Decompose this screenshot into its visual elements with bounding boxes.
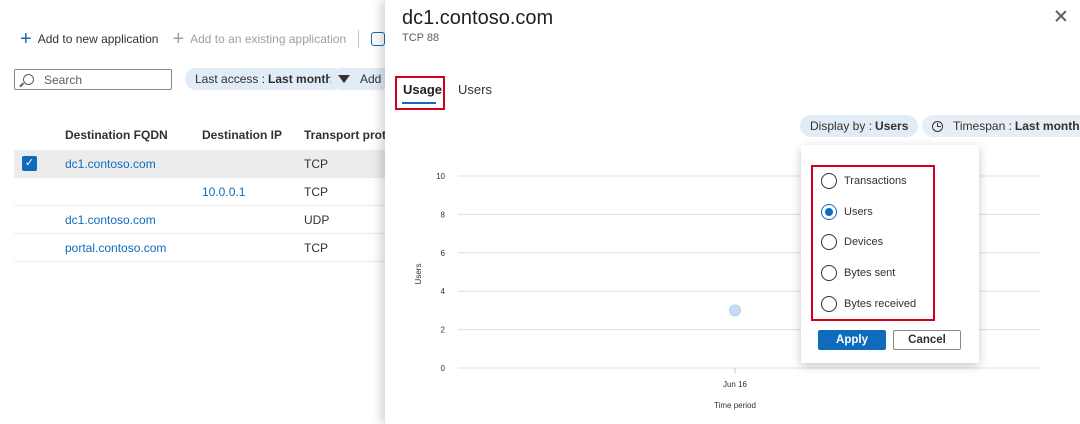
x-tick-label: Jun 16 — [723, 380, 748, 389]
table-row[interactable]: dc1.contoso.com UDP — [14, 206, 394, 234]
tab-usage[interactable]: Usage — [403, 82, 442, 97]
y-tick-label: 0 — [441, 364, 446, 373]
add-to-existing-application-label: Add to an existing application — [190, 32, 347, 46]
chat-icon[interactable] — [371, 32, 386, 46]
option-label: Devices — [844, 236, 884, 248]
radio-button[interactable] — [821, 234, 837, 250]
display-by-label: Display by : — [810, 119, 873, 133]
tab-users[interactable]: Users — [458, 82, 492, 97]
radio-button[interactable] — [821, 265, 837, 281]
add-to-existing-application-button[interactable]: + Add to an existing application — [172, 29, 346, 49]
fqdn-link[interactable]: portal.contoso.com — [65, 241, 202, 255]
radio-button[interactable] — [821, 296, 837, 312]
x-axis-title: Time period — [714, 401, 756, 410]
protocol-cell: TCP — [304, 184, 328, 199]
ip-link[interactable]: 10.0.0.1 — [202, 185, 304, 199]
filter-icon — [338, 75, 350, 83]
protocol-cell: TCP — [304, 156, 328, 171]
option-label: Transactions — [844, 175, 907, 187]
protocol-cell: TCP — [304, 240, 328, 255]
last-access-value: Last month — [268, 72, 333, 86]
display-by-pill[interactable]: Display by : Users — [800, 115, 919, 137]
fqdn-link[interactable]: dc1.contoso.com — [65, 157, 202, 171]
toolbar: + Add to new application + Add to an exi… — [20, 28, 386, 50]
y-tick-label: 4 — [441, 287, 446, 296]
active-tab-indicator — [402, 102, 436, 104]
y-tick-label: 10 — [436, 172, 445, 181]
row-checkbox[interactable]: ✓ — [22, 156, 37, 171]
option-users[interactable]: Users — [821, 204, 873, 220]
table-row[interactable]: ✓ dc1.contoso.com TCP — [14, 150, 394, 178]
radio-button-selected[interactable] — [821, 204, 837, 220]
option-bytes-received[interactable]: Bytes received — [821, 296, 916, 312]
clock-icon — [932, 120, 943, 132]
cancel-button[interactable]: Cancel — [893, 330, 961, 350]
add-filter-pill[interactable]: Add — [330, 68, 392, 90]
panel-subtitle: TCP 88 — [402, 32, 440, 44]
add-to-new-application-label: Add to new application — [37, 32, 159, 46]
plus-icon: + — [172, 28, 185, 50]
details-panel: dc1.contoso.com TCP 88 Usage Users Displ… — [385, 0, 1080, 424]
y-tick-label: 8 — [441, 210, 446, 219]
data-point — [729, 304, 741, 317]
toolbar-divider — [358, 30, 360, 48]
table-row[interactable]: 10.0.0.1 TCP — [14, 178, 394, 206]
column-header-protocol[interactable]: Transport protoco — [304, 128, 394, 142]
timespan-value: Last month — [1014, 119, 1080, 133]
fqdn-link[interactable]: dc1.contoso.com — [65, 213, 202, 227]
search-icon — [23, 74, 34, 85]
last-access-label: Last access : — [195, 72, 266, 86]
option-devices[interactable]: Devices — [821, 234, 883, 250]
add-filter-label: Add — [360, 72, 382, 86]
close-icon[interactable] — [1053, 8, 1069, 24]
column-header-ip[interactable]: Destination IP — [202, 128, 304, 142]
table-header: Destination FQDN Destination IP Transpor… — [14, 120, 394, 150]
option-bytes-sent[interactable]: Bytes sent — [821, 265, 895, 281]
option-label: Bytes sent — [844, 267, 896, 279]
timespan-pill[interactable]: Timespan : Last month — [922, 115, 1080, 137]
option-label: Users — [844, 206, 873, 218]
option-transactions[interactable]: Transactions — [821, 173, 907, 189]
apply-button[interactable]: Apply — [818, 330, 886, 350]
panel-title: dc1.contoso.com — [402, 7, 554, 29]
add-to-new-application-button[interactable]: + Add to new application — [20, 29, 158, 49]
y-axis-title: Users — [414, 264, 423, 285]
destinations-table: Destination FQDN Destination IP Transpor… — [14, 120, 394, 262]
column-header-fqdn[interactable]: Destination FQDN — [65, 128, 202, 142]
search-placeholder: Search — [44, 72, 83, 87]
y-tick-label: 6 — [441, 249, 446, 258]
y-tick-label: 2 — [441, 326, 446, 335]
search-input[interactable]: Search — [14, 69, 172, 90]
protocol-cell: UDP — [304, 212, 330, 227]
radio-button[interactable] — [821, 173, 837, 189]
display-by-value: Users — [875, 119, 909, 133]
last-access-filter-pill[interactable]: Last access : Last month — [185, 68, 343, 90]
table-row[interactable]: portal.contoso.com TCP — [14, 234, 394, 262]
option-label: Bytes received — [844, 298, 917, 310]
timespan-label: Timespan : — [953, 119, 1012, 133]
plus-icon: + — [20, 28, 32, 50]
display-by-dropdown: Transactions Users Devices Bytes sent By… — [801, 145, 979, 363]
